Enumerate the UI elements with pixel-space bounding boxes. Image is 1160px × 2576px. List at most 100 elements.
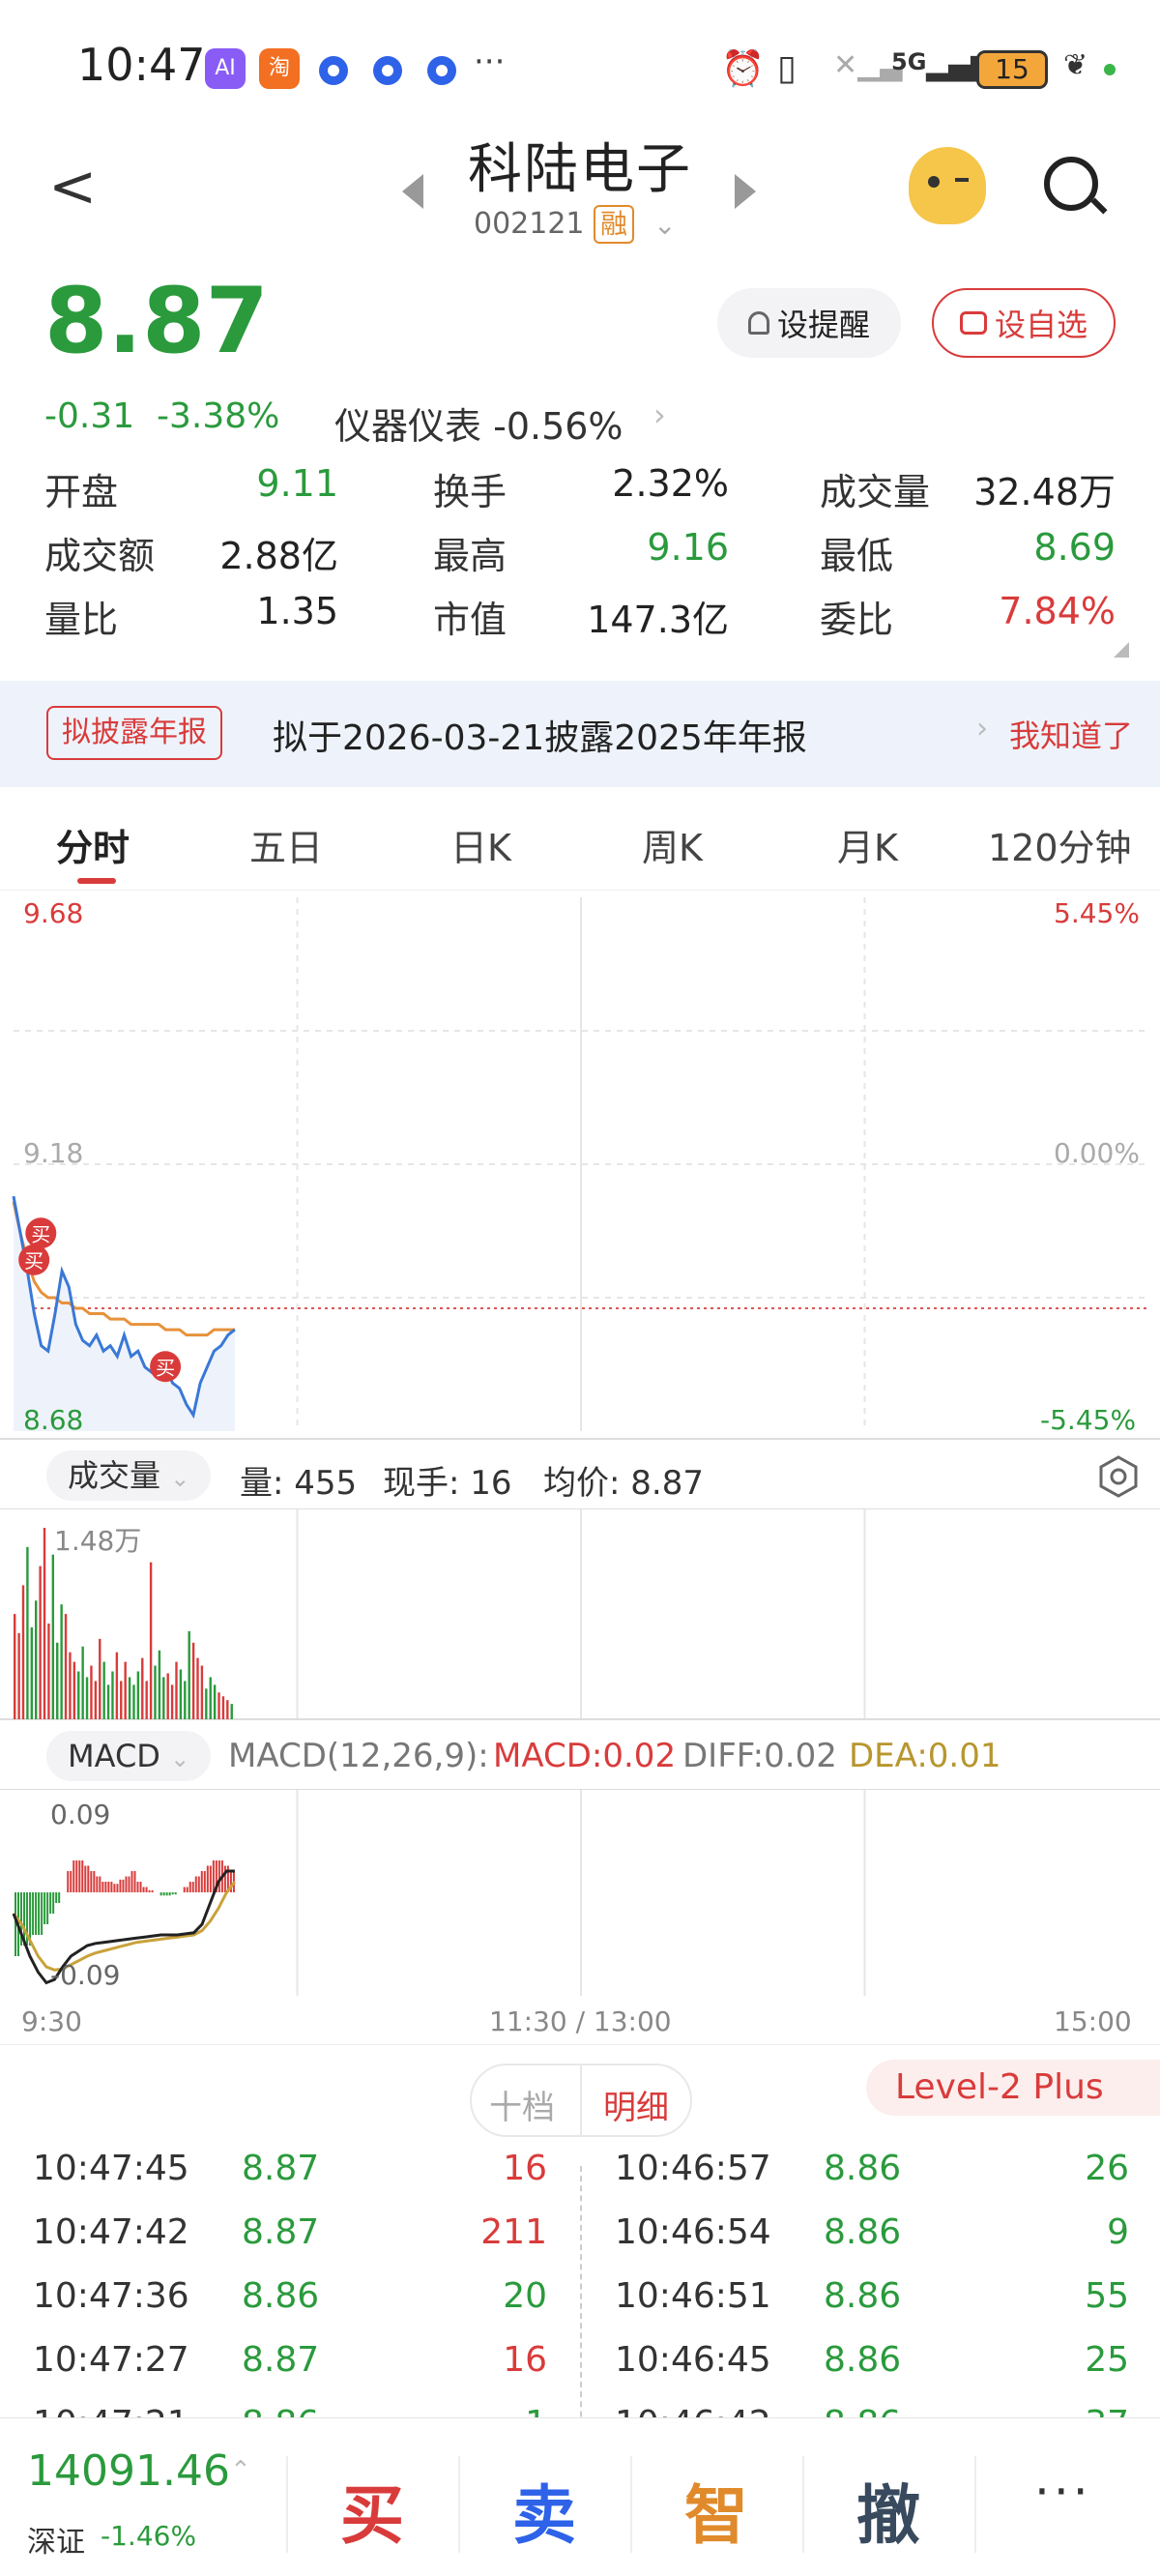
tab-weekly-k[interactable]: 周K bbox=[642, 818, 703, 871]
volume-indicator-select[interactable]: 成交量 ⌄ bbox=[46, 1450, 212, 1501]
trade-volume: 9 bbox=[1107, 2212, 1129, 2252]
chevron-down-icon: ⌄ bbox=[170, 1745, 190, 1772]
level2-plus-button[interactable]: Level-2 Plus bbox=[866, 2060, 1160, 2116]
volume-bar bbox=[141, 1657, 144, 1719]
macd-value: MACD:0.02 bbox=[493, 1737, 677, 1775]
volume-bar bbox=[115, 1652, 119, 1719]
volume-bar bbox=[120, 1681, 123, 1719]
volume-bar bbox=[77, 1671, 80, 1719]
cancel-order-button[interactable]: 撤 bbox=[856, 2464, 920, 2557]
chevron-right-icon: › bbox=[976, 712, 988, 746]
detail-segment-control: 十档 明细 bbox=[470, 2064, 692, 2137]
trade-price: 8.86 bbox=[824, 2276, 902, 2316]
volume-bar bbox=[162, 1677, 165, 1719]
buy-button[interactable]: 买 bbox=[340, 2464, 404, 2557]
current-price: 8.87 bbox=[44, 269, 269, 374]
volume-bar bbox=[51, 1554, 55, 1719]
trade-price: 8.87 bbox=[242, 2212, 320, 2252]
volume-bar bbox=[221, 1696, 225, 1719]
bell-icon bbox=[747, 311, 769, 335]
annual-report-banner[interactable]: 拟披露年报 拟于2026-03-21披露2025年年报 › 我知道了 bbox=[0, 681, 1160, 787]
stat-value: 9.16 bbox=[647, 526, 729, 569]
trade-price: 8.87 bbox=[242, 2340, 320, 2380]
volume-bar bbox=[90, 1665, 93, 1719]
volume-indicator-label: 成交量 bbox=[68, 1457, 161, 1494]
buy-marker-label: 买 bbox=[24, 1249, 44, 1273]
more-icon[interactable]: ··· bbox=[1034, 2464, 1092, 2520]
macd-axis-bottom: -0.09 bbox=[50, 1959, 121, 1991]
macd-axis-top: 0.09 bbox=[50, 1799, 111, 1830]
tab-order-book[interactable]: 十档 bbox=[489, 2081, 555, 2128]
stat-label: 成交额 bbox=[44, 535, 156, 577]
intraday-chart[interactable]: 买买买 bbox=[0, 890, 1160, 1441]
index-value[interactable]: 14091.46 bbox=[27, 2446, 230, 2496]
sell-button[interactable]: 卖 bbox=[512, 2464, 576, 2557]
sector-pct: -0.56% bbox=[493, 405, 624, 448]
next-stock-icon[interactable] bbox=[735, 174, 756, 209]
banner-tag: 拟披露年报 bbox=[46, 706, 222, 760]
chevron-up-icon[interactable]: ⌃ bbox=[230, 2456, 251, 2485]
macd-diff-value: DIFF:0.02 bbox=[682, 1737, 837, 1775]
search-icon[interactable] bbox=[1044, 157, 1098, 211]
status-time: 10:47 bbox=[77, 39, 206, 91]
volume-bar bbox=[30, 1626, 34, 1719]
alarm-icon: ⏰ bbox=[721, 49, 765, 89]
price-change-pct: -3.38% bbox=[157, 396, 280, 436]
settings-icon[interactable] bbox=[1096, 1454, 1141, 1499]
sector-link[interactable]: 仪器仪表 -0.56% bbox=[334, 396, 624, 450]
pct-axis-mid: 0.00% bbox=[1054, 1137, 1140, 1169]
trade-price: 8.86 bbox=[242, 2276, 320, 2316]
volume-bar bbox=[191, 1642, 195, 1719]
stat-value: 8.69 bbox=[1033, 526, 1116, 569]
trade-volume: 16 bbox=[503, 2340, 547, 2380]
tab-daily-k[interactable]: 日K bbox=[450, 818, 511, 871]
tab-trade-detail[interactable]: 明细 bbox=[603, 2081, 669, 2128]
volume-bar bbox=[218, 1692, 220, 1719]
trade-time: 10:46:45 bbox=[615, 2340, 771, 2380]
stat-value: 2.88亿 bbox=[219, 535, 338, 577]
volume-bar bbox=[145, 1681, 148, 1719]
volume-bar bbox=[226, 1700, 229, 1719]
volume-bar bbox=[175, 1661, 178, 1719]
trade-time: 10:47:27 bbox=[33, 2340, 189, 2380]
mascot-icon[interactable] bbox=[909, 147, 986, 224]
trade-price: 8.86 bbox=[824, 2149, 902, 2188]
macd-indicator-select[interactable]: MACD ⌄ bbox=[46, 1731, 212, 1781]
stat-label: 最高 bbox=[433, 535, 508, 577]
watchlist-icon bbox=[959, 311, 987, 335]
add-watchlist-button[interactable]: 设自选 bbox=[932, 288, 1116, 358]
tab-monthly-k[interactable]: 月K bbox=[837, 818, 898, 871]
prev-stock-icon[interactable] bbox=[402, 174, 423, 209]
tab-five-day[interactable]: 五日 bbox=[249, 818, 323, 871]
volume-bar bbox=[43, 1528, 46, 1719]
volume-bar bbox=[179, 1669, 183, 1719]
set-alert-button[interactable]: 设提醒 bbox=[717, 288, 901, 358]
trade-volume: 55 bbox=[1085, 2276, 1129, 2316]
stat-label: 换手 bbox=[433, 471, 508, 513]
trade-price: 8.86 bbox=[824, 2212, 902, 2252]
price-axis-mid: 9.18 bbox=[23, 1137, 84, 1169]
volume-bar bbox=[47, 1624, 50, 1719]
tab-active-indicator bbox=[77, 878, 116, 884]
back-button[interactable]: < bbox=[48, 153, 97, 220]
expand-corner-icon[interactable] bbox=[1114, 642, 1129, 658]
tab-intraday[interactable]: 分时 bbox=[56, 818, 130, 871]
volume-bar bbox=[213, 1684, 217, 1719]
volume-bar bbox=[158, 1650, 161, 1719]
trade-time: 10:46:54 bbox=[615, 2212, 771, 2252]
chevron-down-icon[interactable]: ⌄ bbox=[653, 209, 676, 241]
index-change: -1.46% bbox=[101, 2520, 197, 2552]
volume-bar bbox=[26, 1546, 29, 1719]
volume-bar bbox=[64, 1614, 68, 1719]
battery-icon: 15 bbox=[976, 50, 1048, 89]
acknowledge-button[interactable]: 我知道了 bbox=[1009, 712, 1133, 756]
tab-120min[interactable]: 120分钟 bbox=[988, 818, 1132, 871]
leaf-icon: ❦ bbox=[1063, 48, 1088, 82]
stat-label: 委比 bbox=[820, 599, 894, 641]
chevron-right-icon[interactable]: › bbox=[653, 396, 666, 433]
smart-order-button[interactable]: 智 bbox=[684, 2464, 748, 2557]
volume-bar bbox=[124, 1661, 127, 1719]
trade-time: 10:46:51 bbox=[615, 2276, 771, 2316]
volume-bar bbox=[154, 1665, 157, 1719]
sector-name: 仪器仪表 bbox=[334, 405, 482, 448]
